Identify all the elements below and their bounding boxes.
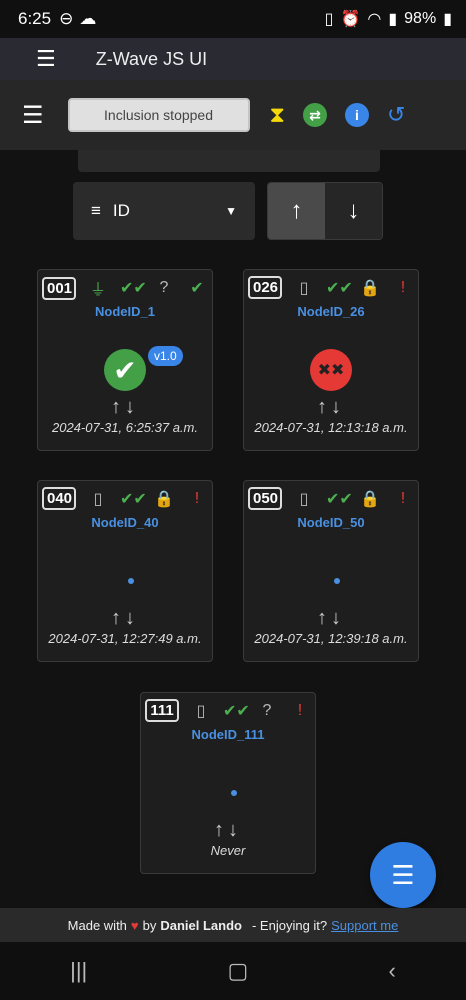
double-check-icon: ✔✔ <box>326 490 353 508</box>
floating-menu-button[interactable]: ☰ <box>370 842 436 908</box>
back-icon[interactable]: ‹ <box>389 958 396 984</box>
node-card[interactable]: 001 ⏚ ✔✔ ? ✔ NodeID_1 ✔ v1.0 ↑↓ 2024-07-… <box>37 269 213 451</box>
battery-unknown-icon: ▯ <box>299 490 309 508</box>
app-bar: ☰ Z-Wave JS UI <box>0 38 466 80</box>
app-title: Z-Wave JS UI <box>95 48 208 69</box>
plug-icon: ⏚ <box>89 282 106 299</box>
status-time: 6:25 <box>18 9 52 28</box>
lock-off-icon: 🔒 <box>360 279 380 297</box>
wifi-icon: ◠ <box>367 11 382 28</box>
hourglass-icon[interactable]: ⧗ <box>270 102 285 128</box>
sort-descending-button[interactable]: ↓ <box>325 183 382 239</box>
node-id: 050 <box>248 487 282 510</box>
sort-select[interactable]: ≡ ID ▼ <box>73 182 255 240</box>
alive-status-icon: ✔ <box>104 349 146 391</box>
footer-author: Daniel Lando <box>160 917 242 933</box>
alarm-icon: ⏰ <box>340 11 361 28</box>
question-icon: ? <box>159 279 169 296</box>
recents-icon[interactable]: ||| <box>70 958 87 984</box>
signal-icon: ▮ <box>388 11 398 28</box>
inclusion-button[interactable]: Inclusion stopped <box>67 98 250 132</box>
traffic-arrows-icon: ↑↓ <box>111 396 139 418</box>
battery-unknown-icon: ▯ <box>93 490 103 508</box>
sort-ascending-button[interactable]: ↑ <box>268 183 325 239</box>
controller-menu-icon[interactable]: ☰ <box>22 101 44 130</box>
sort-controls: ≡ ID ▼ ↑ ↓ <box>73 182 383 240</box>
node-last-active: 2024-07-31, 12:39:18 a.m. <box>254 631 408 646</box>
node-last-active: 2024-07-31, 12:27:49 a.m. <box>48 631 202 646</box>
error-icon: ! <box>297 701 303 719</box>
node-card[interactable]: 111 ▯ ✔✔ ? ! NodeID_111 ↑↓ Never <box>140 692 316 874</box>
battery-unknown-icon: ▯ <box>299 279 309 297</box>
node-id: 001 <box>42 276 76 300</box>
error-icon: ! <box>400 489 406 507</box>
double-check-icon: ✔✔ <box>223 702 250 720</box>
menu-icon[interactable]: ☰ <box>36 46 56 72</box>
traffic-arrows-icon: ↑↓ <box>317 607 345 629</box>
error-icon: ! <box>400 278 406 296</box>
home-icon[interactable]: ▢ <box>228 958 249 984</box>
cloud-icon: ☁ <box>79 9 97 28</box>
error-icon: ! <box>194 489 200 507</box>
node-id: 111 <box>145 699 179 722</box>
traffic-arrows-icon: ↑↓ <box>111 607 139 629</box>
node-id: 026 <box>248 276 282 299</box>
lock-off-icon: 🔒 <box>154 490 174 508</box>
node-card[interactable]: 050 ▯ ✔✔ 🔒 ! NodeID_50 ↑↓ 2024-07-31, 12… <box>243 480 419 662</box>
support-link[interactable]: Support me <box>331 918 398 933</box>
footer-enjoy: - Enjoying it? <box>251 917 328 933</box>
battery-percent: 98% <box>404 10 437 27</box>
node-name: NodeID_50 <box>297 515 365 530</box>
node-last-active: 2024-07-31, 12:13:18 a.m. <box>254 420 408 435</box>
battery-icon: ▮ <box>443 11 452 28</box>
heart-icon: ♥ <box>130 917 139 933</box>
menu-icon: ☰ <box>391 859 415 890</box>
info-icon[interactable]: i <box>344 103 369 127</box>
sync-icon[interactable]: ⇄ <box>302 103 327 127</box>
double-check-icon: ✔✔ <box>120 490 147 508</box>
node-name: NodeID_1 <box>95 304 155 319</box>
sort-field-value: ID <box>112 201 130 220</box>
dropdown-arrow-icon: ▼ <box>225 204 237 218</box>
firmware-version-badge: v1.0 <box>148 346 183 366</box>
loading-dot-icon <box>128 578 134 584</box>
node-name: NodeID_26 <box>297 304 365 319</box>
sort-direction-group: ↑ ↓ <box>267 182 383 240</box>
double-check-icon: ✔✔ <box>120 280 147 297</box>
footer: Made with ♥ by Daniel Lando - Enjoying i… <box>0 908 466 942</box>
node-card[interactable]: 040 ▯ ✔✔ 🔒 ! NodeID_40 ↑↓ 2024-07-31, 12… <box>37 480 213 662</box>
traffic-arrows-icon: ↑↓ <box>317 396 345 418</box>
sort-icon: ≡ <box>91 201 101 220</box>
check-circle-icon: ✔ <box>190 280 204 297</box>
dnd-icon: ⊖ <box>59 9 74 28</box>
node-id: 040 <box>42 487 76 510</box>
node-name: NodeID_40 <box>91 515 159 530</box>
battery-saver-icon: ▯ <box>324 11 334 28</box>
status-bar: 6:25 ⊖ ☁ ▯ ⏰ ◠ ▮ 98% ▮ <box>0 0 466 38</box>
filter-field[interactable] <box>78 150 380 172</box>
node-card[interactable]: 026 ▯ ✔✔ 🔒 ! NodeID_26 ✖✖ ↑↓ 2024-07-31,… <box>243 269 419 451</box>
question-icon: ? <box>262 701 272 719</box>
footer-by: by <box>142 917 157 933</box>
double-check-icon: ✔✔ <box>326 279 353 297</box>
loading-dot-icon <box>334 578 340 584</box>
dead-status-icon: ✖✖ <box>310 349 352 391</box>
node-last-active: 2024-07-31, 6:25:37 a.m. <box>52 420 198 435</box>
toolbar: ☰ Inclusion stopped ⧗ ⇄ i ↺ <box>0 80 466 150</box>
node-name: NodeID_111 <box>191 727 265 742</box>
node-last-active: Never <box>210 843 246 858</box>
history-icon[interactable]: ↺ <box>387 102 405 128</box>
loading-dot-icon <box>231 790 237 796</box>
lock-icon: 🔒 <box>360 490 380 508</box>
battery-unknown-icon: ▯ <box>196 702 206 720</box>
system-nav-bar: ||| ▢ ‹ <box>0 942 466 1000</box>
footer-made-with: Made with <box>67 917 127 933</box>
traffic-arrows-icon: ↑↓ <box>214 819 242 841</box>
